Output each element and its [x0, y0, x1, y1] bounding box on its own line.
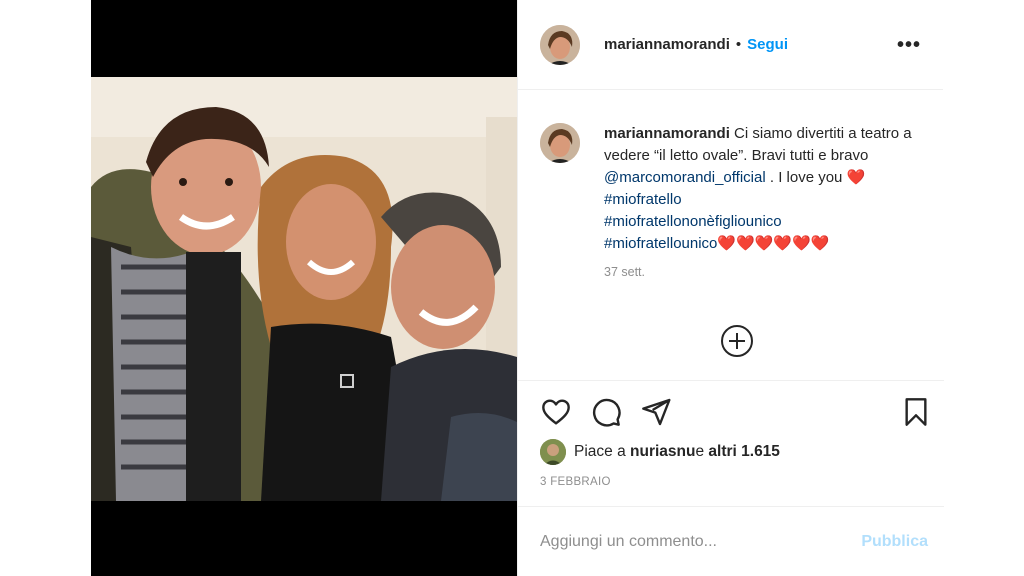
post-side-panel: mariannamorandi • Segui ••• mariannamora… [517, 0, 944, 576]
likes-prefix: Piace a [574, 443, 626, 460]
more-options-icon[interactable]: ••• [897, 35, 921, 55]
action-bar [540, 396, 930, 432]
hashtag-3[interactable]: #miofratellounico [604, 235, 717, 252]
likes-user[interactable]: nuriasnu [630, 443, 695, 461]
caption-time[interactable]: 37 sett. [604, 265, 944, 279]
caption-mention[interactable]: @marcomorandi_official [604, 169, 766, 186]
comment-input[interactable] [540, 532, 862, 551]
publish-button[interactable]: Pubblica [861, 533, 928, 551]
post-media [91, 0, 517, 576]
caption-heart-emoji: ❤️ [846, 169, 866, 186]
caption-row: mariannamorandi Ci siamo divertiti a tea… [518, 91, 944, 255]
hashtag-1[interactable]: #miofratello [604, 191, 682, 208]
author-username[interactable]: mariannamorandi [604, 36, 730, 53]
post-photo[interactable] [91, 77, 517, 501]
caption-avatar[interactable] [540, 123, 580, 163]
comment-icon[interactable] [590, 396, 622, 428]
comments-area: mariannamorandi Ci siamo divertiti a tea… [518, 91, 944, 381]
avatar-image [540, 24, 580, 65]
post-date[interactable]: 3 FEBBRAIO [540, 476, 611, 488]
caption-body-2: . I love you [765, 169, 843, 186]
heart-icon[interactable] [540, 396, 572, 428]
photo-three-people [91, 77, 517, 501]
add-comment-bar: Pubblica [518, 506, 944, 576]
caption-username[interactable]: mariannamorandi [604, 125, 730, 142]
caption-hearts-trail: ❤️❤️❤️❤️❤️❤️ [717, 235, 830, 252]
plus-circle-icon[interactable] [721, 325, 753, 357]
caption-text: mariannamorandi Ci siamo divertiti a tea… [604, 123, 924, 255]
paper-plane-icon[interactable] [640, 396, 672, 428]
liker-avatar-image [540, 439, 566, 465]
likes-middle: e [695, 443, 705, 460]
bookmark-icon[interactable] [900, 396, 932, 428]
post-header: mariannamorandi • Segui ••• [518, 0, 943, 90]
instagram-post: mariannamorandi • Segui ••• mariannamora… [91, 0, 944, 576]
header-separator: • [735, 36, 742, 53]
author-avatar[interactable] [540, 24, 580, 65]
likes-others[interactable]: altri 1.615 [708, 443, 780, 461]
hashtag-2[interactable]: #miofratellononèfigliounico [604, 213, 782, 230]
avatar-image [540, 123, 580, 163]
follow-button[interactable]: Segui [747, 36, 788, 53]
likes-line: Piace a nuriasnu e altri 1.615 [540, 439, 780, 465]
liker-avatar[interactable] [540, 439, 566, 465]
